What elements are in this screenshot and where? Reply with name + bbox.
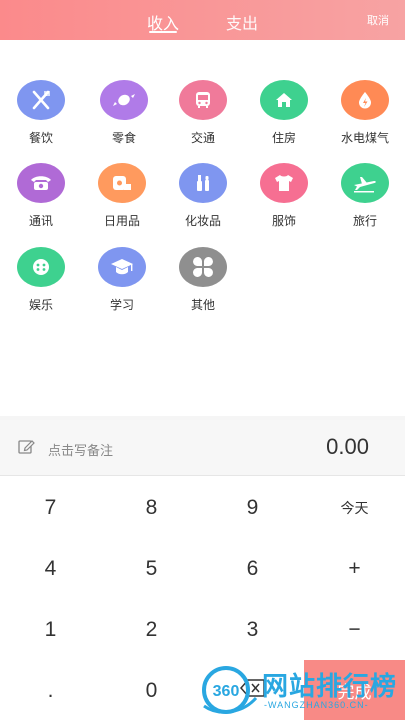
category-label: 零食 (111, 131, 136, 145)
done-button[interactable]: 完成 (304, 660, 405, 720)
category-label: 旅行 (352, 214, 377, 228)
category-entertainment[interactable]: 娱乐 (6, 247, 76, 313)
gamepad-icon (17, 247, 65, 287)
key-dot[interactable]: . (0, 660, 101, 720)
key-today[interactable]: 今天 (304, 477, 405, 538)
category-label: 化妆品 (184, 214, 221, 228)
category-label: 娱乐 (28, 298, 53, 312)
category-study[interactable]: 学习 (87, 247, 157, 313)
key-9[interactable]: 9 (202, 477, 303, 538)
category-label: 餐饮 (28, 131, 53, 145)
amount-display: 0.00 (326, 434, 369, 459)
tab-expense[interactable]: 支出 (226, 10, 258, 34)
header-bar: 收入 支出 取消 (0, 0, 405, 40)
key-4[interactable]: 4 (0, 538, 101, 599)
bus-icon (179, 80, 227, 120)
key-1[interactable]: 1 (0, 599, 101, 660)
note-amount-row: 点击写备注 0.00 (0, 420, 405, 476)
candy-icon (100, 80, 148, 120)
category-cosmetics[interactable]: 化妆品 (168, 163, 238, 229)
category-housing[interactable]: 住房 (249, 80, 319, 146)
key-8[interactable]: 8 (101, 477, 202, 538)
house-icon (260, 80, 308, 120)
category-label: 通讯 (28, 214, 53, 228)
tissue-roll-icon (98, 163, 146, 203)
clover-icon (179, 247, 227, 287)
category-travel[interactable]: 旅行 (330, 163, 400, 229)
key-0[interactable]: 0 (101, 660, 202, 720)
category-label: 其他 (190, 298, 215, 312)
key-backspace[interactable] (202, 660, 303, 720)
backspace-icon (239, 678, 266, 703)
category-other[interactable]: 其他 (168, 247, 238, 313)
category-transport[interactable]: 交通 (168, 80, 238, 146)
active-tab-indicator (149, 31, 177, 33)
category-dining[interactable]: 餐饮 (6, 80, 76, 146)
key-2[interactable]: 2 (101, 599, 202, 660)
category-label: 交通 (190, 131, 215, 145)
category-clothing[interactable]: 服饰 (249, 163, 319, 229)
category-telecom[interactable]: 通讯 (6, 163, 76, 229)
number-keypad: 7 8 9 今天 4 5 6 + 1 2 3 − . 0 完成 (0, 477, 405, 720)
category-label: 学习 (109, 298, 134, 312)
airplane-icon (341, 163, 389, 203)
cosmetics-icon (179, 163, 227, 203)
category-label: 日用品 (103, 214, 140, 228)
category-label: 水电煤气 (340, 131, 389, 145)
category-label: 住房 (271, 131, 296, 145)
key-3[interactable]: 3 (202, 599, 303, 660)
graduation-cap-icon (98, 247, 146, 287)
tshirt-icon (260, 163, 308, 203)
key-plus[interactable]: + (304, 538, 405, 599)
utensils-icon (17, 80, 65, 120)
category-utilities[interactable]: 水电煤气 (330, 80, 400, 146)
category-daily-goods[interactable]: 日用品 (87, 163, 157, 229)
key-7[interactable]: 7 (0, 477, 101, 538)
key-minus[interactable]: − (304, 599, 405, 660)
key-5[interactable]: 5 (101, 538, 202, 599)
key-6[interactable]: 6 (202, 538, 303, 599)
cancel-button[interactable]: 取消 (367, 12, 389, 28)
category-snacks[interactable]: 零食 (89, 80, 159, 146)
category-label: 服饰 (271, 214, 296, 228)
utility-drop-icon (341, 80, 389, 120)
note-input[interactable]: 点击写备注 (48, 440, 113, 459)
edit-note-icon (18, 439, 36, 460)
telephone-icon (17, 163, 65, 203)
